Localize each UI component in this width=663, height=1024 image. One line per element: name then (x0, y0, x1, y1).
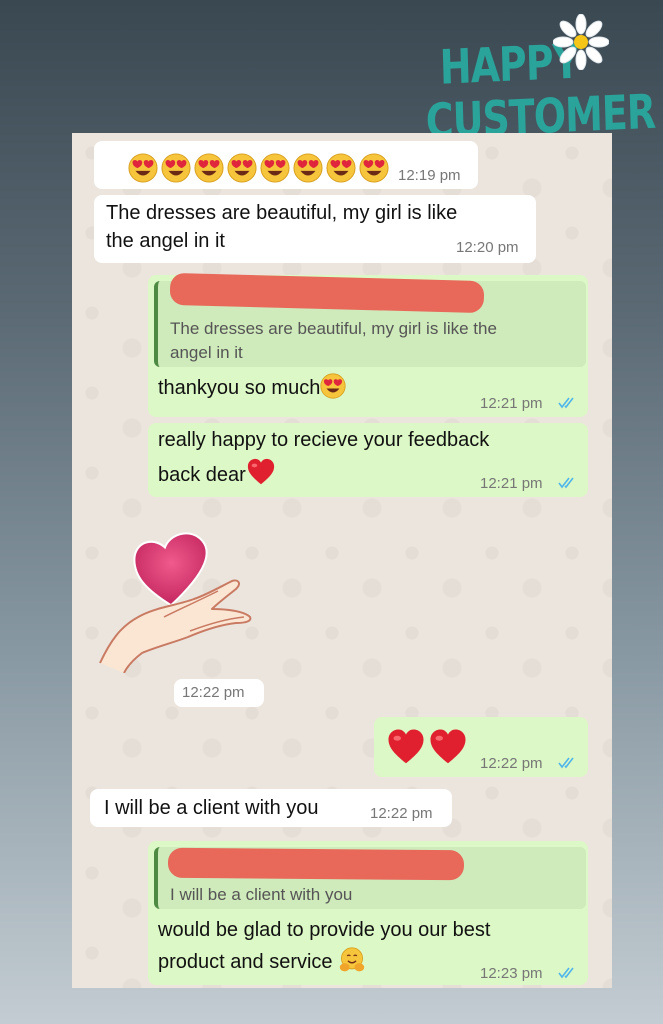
hugging-face-emoji (339, 947, 365, 973)
message-time: 12:22 pm (370, 805, 433, 822)
message-text-line2: back dear (158, 457, 276, 490)
chat-screenshot[interactable]: 12:19 pm The dresses are beautiful, my g… (72, 133, 612, 988)
double-check-read-icon (558, 477, 578, 489)
heart-eyes-emoji (320, 373, 346, 399)
heart-eyes-emoji (194, 153, 224, 183)
quoted-text-line1: The dresses are beautiful, my girl is li… (170, 319, 497, 338)
message-text-label: thankyou so much (158, 377, 321, 399)
message-bubble-outgoing[interactable]: 12:22 pm (374, 717, 588, 777)
quoted-reply[interactable]: I will be a client with you (154, 847, 586, 909)
message-time: 12:23 pm (480, 965, 543, 982)
quoted-text-line1: I will be a client with you (170, 885, 353, 904)
heart-eyes-emoji (161, 153, 191, 183)
hands-holding-heart-sticker[interactable] (94, 513, 274, 673)
double-check-read-icon (558, 967, 578, 979)
red-heart-emoji (386, 727, 426, 767)
message-time: 12:21 pm (480, 475, 543, 492)
quoted-reply[interactable]: The dresses are beautiful, my girl is li… (154, 272, 586, 367)
message-time: 12:22 pm (480, 755, 543, 772)
message-text-line1: really happy to recieve your feedback (158, 429, 490, 451)
redacted-name (169, 272, 485, 314)
message-time: 12:22 pm (182, 684, 245, 701)
message-text-line2: product and service (158, 947, 365, 977)
message-bubble-incoming[interactable]: I will be a client with you 12:22 pm (90, 789, 452, 827)
message-time: 12:20 pm (456, 239, 519, 256)
red-heart-emoji (246, 457, 276, 487)
message-bubble-outgoing[interactable]: really happy to recieve your feedback ba… (148, 423, 588, 497)
message-bubble-outgoing[interactable]: The dresses are beautiful, my girl is li… (148, 272, 588, 417)
redacted-name (167, 847, 465, 881)
message-text-line1: The dresses are beautiful, my girl is li… (106, 202, 458, 224)
heart-eyes-emoji (227, 153, 257, 183)
quoted-text-line2: angel in it (170, 343, 243, 362)
message-text-label: back dear (158, 464, 246, 486)
message-text-label: product and service (158, 951, 333, 973)
double-check-read-icon (558, 757, 578, 769)
message-time: 12:21 pm (480, 395, 543, 412)
heart-eyes-emoji-row (128, 153, 392, 187)
heart-eyes-emoji (326, 153, 356, 183)
daisy-flower-icon (553, 14, 609, 70)
message-bubble-incoming[interactable]: The dresses are beautiful, my girl is li… (94, 195, 536, 263)
message-bubble-outgoing[interactable]: I will be a client with you would be gla… (148, 841, 588, 985)
heart-eyes-emoji (260, 153, 290, 183)
message-time: 12:19 pm (398, 167, 461, 184)
message-text: thankyou so much (158, 373, 346, 403)
message-text: I will be a client with you (104, 797, 319, 819)
heart-eyes-emoji (293, 153, 323, 183)
message-text-line1: would be glad to provide you our best (158, 919, 491, 941)
heart-eyes-emoji (359, 153, 389, 183)
message-bubble-incoming[interactable]: 12:19 pm (94, 141, 478, 189)
double-check-read-icon (558, 397, 578, 409)
message-text-line2: the angel in it (106, 230, 225, 252)
red-heart-emoji (428, 727, 468, 767)
heart-eyes-emoji (128, 153, 158, 183)
sticker-time-bubble: 12:22 pm (174, 679, 264, 707)
